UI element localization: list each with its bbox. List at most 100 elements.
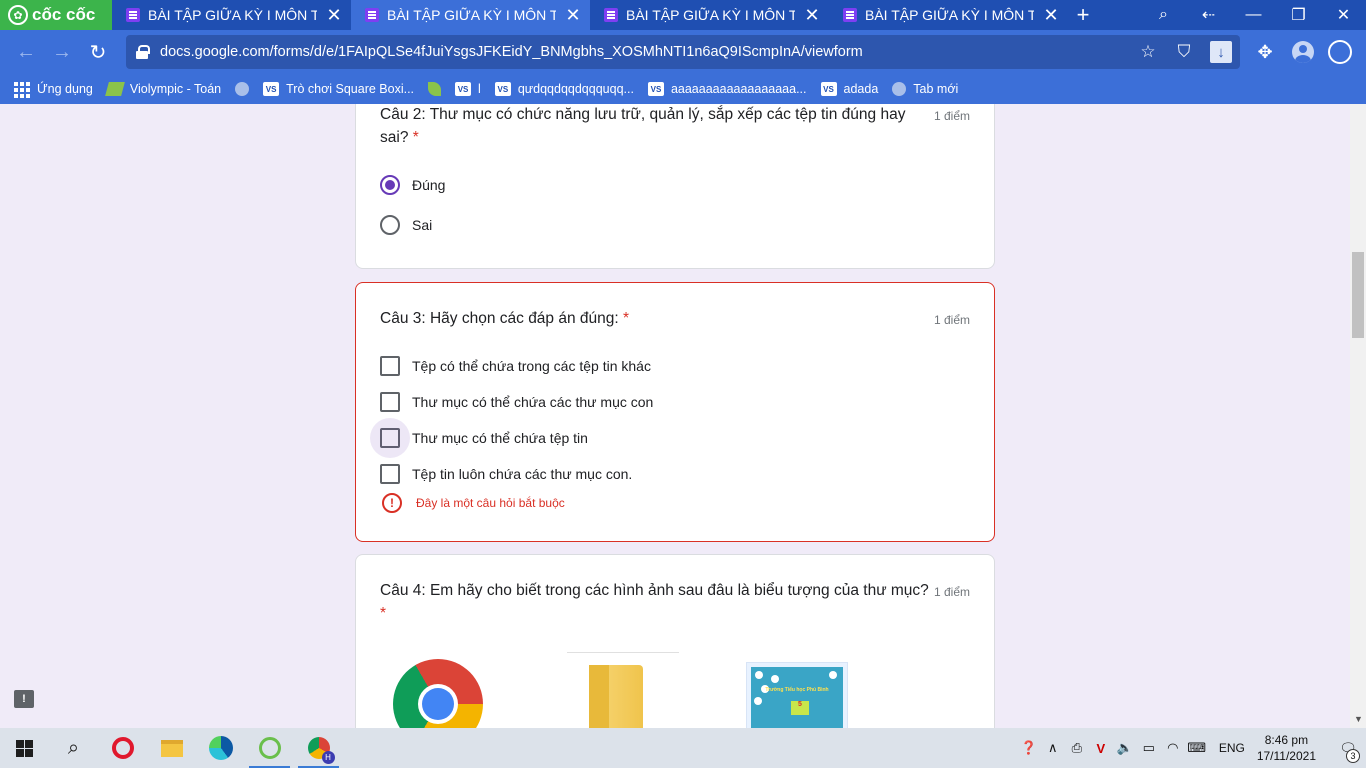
profile-avatar-icon[interactable] [1292, 41, 1314, 63]
bookmark-label: Violympic - Toán [129, 82, 222, 96]
language-indicator[interactable]: ENG [1219, 741, 1245, 755]
bookmark-new-tab[interactable]: Tab mới [892, 82, 958, 96]
battery-icon[interactable]: ▭ [1137, 740, 1161, 756]
antivirus-icon[interactable]: V [1089, 741, 1113, 756]
close-tab-icon[interactable]: ✕ [803, 5, 821, 26]
coccoc-brand[interactable]: ✿ cốc cốc [0, 0, 112, 30]
device-icon[interactable]: ⎙ [1065, 740, 1089, 756]
close-window-icon[interactable]: ✕ [1321, 5, 1366, 25]
coccoc-taskbar-icon[interactable] [245, 728, 294, 768]
bookmark-violympic[interactable]: Violympic - Toán [104, 82, 222, 96]
option-label: Tệp có thể chứa trong các tệp tin khác [412, 358, 651, 374]
scroll-down-arrow-icon[interactable]: ▼ [1354, 714, 1363, 724]
clock[interactable]: 8:46 pm 17/11/2021 [1257, 732, 1316, 764]
folder-image[interactable] [589, 665, 643, 728]
error-exclamation-icon: ! [382, 493, 402, 513]
clock-date: 17/11/2021 [1256, 749, 1316, 763]
question-title: Câu 4: Em hãy cho biết trong các hình ản… [380, 582, 929, 622]
shield-icon[interactable]: ⛉ [1166, 42, 1202, 62]
help-badge-icon[interactable]: ❓ [1017, 740, 1041, 756]
opera-icon[interactable] [98, 728, 147, 768]
checkbox-option-2[interactable]: Thư mục có thể chứa các thư mục con [380, 392, 653, 412]
notification-count: 3 [1346, 748, 1360, 763]
close-tab-icon[interactable]: ✕ [1042, 5, 1060, 26]
back-arrow-icon[interactable]: ← [8, 34, 44, 70]
bookmark-square-boxing[interactable]: VS Trò chơi Square Boxi... [263, 82, 414, 96]
violympic-icon [104, 82, 125, 96]
browser-tab[interactable]: BÀI TẬP GIỮA KỲ I MÔN TIN ✕ [590, 0, 829, 30]
radio-unchecked-icon[interactable] [380, 215, 400, 235]
bookmark-qwd[interactable]: VS qưdqqdqqdqqquqq... [494, 82, 634, 96]
scrollbar-thumb[interactable] [1352, 252, 1364, 338]
clock-time: 8:46 pm [1264, 733, 1309, 747]
forms-favicon-icon [843, 8, 857, 22]
start-windows-icon[interactable] [0, 728, 49, 768]
edge-icon[interactable] [196, 728, 245, 768]
system-tray: ❓ ∧ ⎙ V 🔈 ▭ ◠ ⌨ ENG 8:46 pm 17/11/2021 🗨… [1017, 732, 1366, 764]
restore-icon[interactable]: ❐ [1276, 5, 1321, 25]
chrome-logo-image[interactable] [393, 659, 483, 728]
tab-search-icon[interactable]: ⌕ [1141, 6, 1186, 24]
search-icon[interactable]: ⌕ [49, 728, 98, 768]
url-text[interactable]: docs.google.com/forms/d/e/1FAIpQLSe4fJui… [160, 44, 1130, 60]
forms-favicon-icon [604, 8, 618, 22]
radio-option-dung[interactable]: Đúng [380, 175, 445, 195]
option-label: Sai [412, 217, 433, 233]
browser-tab-active[interactable]: BÀI TẬP GIỮA KỲ I MÔN TIN ✕ [351, 0, 590, 30]
minimize-icon[interactable]: — [1231, 6, 1276, 24]
reload-icon[interactable]: ↻ [80, 34, 116, 70]
bookmark-label: aaaaaaaaaaaaaaaaaa... [670, 82, 807, 96]
address-bar[interactable]: docs.google.com/forms/d/e/1FAIpQLSe4fJui… [126, 35, 1240, 69]
wifi-icon[interactable]: ◠ [1161, 740, 1185, 756]
checkbox-icon[interactable] [380, 392, 400, 412]
browser-tab[interactable]: BÀI TẬP GIỮA KỲ I MÔN TIN ✕ [112, 0, 351, 30]
report-feedback-icon[interactable]: ! [14, 690, 34, 708]
vs-icon: VS [820, 82, 837, 96]
bookmark-apps[interactable]: Ứng dụng [14, 82, 93, 98]
checkbox-icon[interactable] [370, 418, 410, 458]
bookmark-globe[interactable] [235, 82, 250, 96]
flower-icon [754, 697, 762, 705]
bookmark-adada[interactable]: VS adada [820, 82, 879, 96]
browser-tab[interactable]: BÀI TẬP GIỮA KỲ I MÔN TIN ✕ [829, 0, 1068, 30]
checkbox-option-3[interactable]: Thư mục có thể chứa tệp tin [370, 418, 588, 458]
new-tab-icon[interactable]: + [1068, 0, 1098, 30]
option-label: Thư mục có thể chứa các thư mục con [412, 394, 654, 410]
checkbox-icon[interactable] [380, 464, 400, 484]
bookmark-aaa[interactable]: VS aaaaaaaaaaaaaaaaaa... [647, 82, 807, 96]
close-tab-icon[interactable]: ✕ [325, 5, 343, 26]
radio-checked-icon[interactable] [380, 175, 400, 195]
page-scrollbar[interactable]: ▼ [1350, 104, 1366, 728]
show-hidden-icons-chevron-icon[interactable]: ∧ [1041, 740, 1065, 756]
close-tab-icon[interactable]: ✕ [564, 5, 582, 26]
chrome-profile-icon[interactable] [294, 728, 343, 768]
checkbox-icon[interactable] [380, 356, 400, 376]
window-controls: ⌕ ⇠ — ❐ ✕ [1141, 0, 1366, 30]
book-title: Trường Tiểu học Phú Bình [765, 687, 829, 693]
book-grade: 5 [791, 701, 809, 715]
tab-title: BÀI TẬP GIỮA KỲ I MÔN TIN [387, 7, 556, 23]
textbook-image[interactable]: Trường Tiểu học Phú Bình 5 [746, 662, 848, 728]
apps-icon [14, 82, 30, 98]
notification-center-icon[interactable]: 🗨 3 [1330, 740, 1366, 763]
vs-icon: VS [455, 82, 472, 96]
radio-option-sai[interactable]: Sai [380, 215, 432, 235]
keyboard-icon[interactable]: ⌨ [1185, 740, 1209, 756]
bookmark-l[interactable]: VS l [455, 82, 481, 96]
extensions-icon[interactable]: ✥ [1246, 42, 1284, 63]
bookmark-leaf[interactable] [428, 82, 442, 96]
globe-icon [892, 82, 907, 96]
checkbox-option-1[interactable]: Tệp có thể chứa trong các tệp tin khác [380, 356, 651, 376]
bookmark-label: adada [843, 82, 879, 96]
file-explorer-icon[interactable] [147, 728, 196, 768]
question-title: Câu 2: Thư mục có chức năng lưu trữ, quả… [380, 106, 906, 146]
star-bookmark-icon[interactable]: ☆ [1130, 42, 1166, 62]
question-points: 1 điểm [933, 313, 970, 327]
volume-icon[interactable]: 🔈 [1113, 740, 1137, 756]
forward-arrow-icon[interactable]: → [44, 34, 80, 70]
menu-ring-icon[interactable] [1328, 40, 1352, 64]
back-history-icon[interactable]: ⇠ [1186, 5, 1231, 25]
download-icon[interactable]: ↓ [1210, 41, 1232, 63]
required-asterisk: * [412, 129, 419, 146]
checkbox-option-4[interactable]: Tệp tin luôn chứa các thư mục con. [380, 464, 632, 484]
